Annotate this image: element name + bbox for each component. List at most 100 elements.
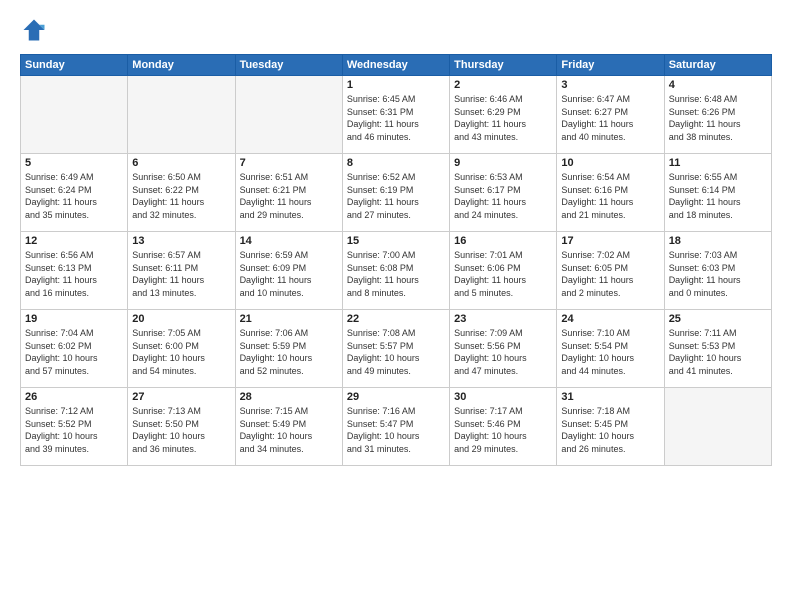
calendar-cell: 12 Sunrise: 6:56 AM Sunset: 6:13 PM Dayli… <box>21 232 128 310</box>
calendar-week-4: 19Sunrise: 7:04 AM Sunset: 6:02 PM Dayli… <box>21 310 772 388</box>
header <box>20 16 772 44</box>
calendar-cell: 23 Sunrise: 7:09 AM Sunset: 5:56 PM Dayli… <box>450 310 557 388</box>
day-number: 20 <box>132 313 230 325</box>
weekday-header-sunday: Sunday <box>21 55 128 76</box>
calendar-week-2: 5Sunrise: 6:49 AM Sunset: 6:24 PM Daylig… <box>21 154 772 232</box>
day-number: 1 <box>347 79 445 91</box>
calendar-cell: 3Sunrise: 6:47 AM Sunset: 6:27 PM Daylig… <box>557 76 664 154</box>
day-number: 17 <box>561 235 659 247</box>
calendar-cell: 13 Sunrise: 6:57 AM Sunset: 6:11 PM Dayli… <box>128 232 235 310</box>
day-info: Sunrise: 6:59 AM Sunset: 6:09 PM Dayligh… <box>240 249 338 299</box>
day-number: 5 <box>25 157 123 169</box>
weekday-header-tuesday: Tuesday <box>235 55 342 76</box>
day-number: 7 <box>240 157 338 169</box>
day-number: 30 <box>454 391 552 403</box>
day-info: Sunrise: 6:45 AM Sunset: 6:31 PM Dayligh… <box>347 93 445 143</box>
day-info: Sunrise: 7:13 AM Sunset: 5:50 PM Dayligh… <box>132 405 230 455</box>
calendar-cell: 11 Sunrise: 6:55 AM Sunset: 6:14 PM Dayli… <box>664 154 771 232</box>
calendar-week-1: 1 Sunrise: 6:45 AM Sunset: 6:31 PM Daylig… <box>21 76 772 154</box>
day-info: Sunrise: 7:02 AM Sunset: 6:05 PM Dayligh… <box>561 249 659 299</box>
calendar-cell: 26Sunrise: 7:12 AM Sunset: 5:52 PM Dayli… <box>21 388 128 466</box>
day-info: Sunrise: 7:11 AM Sunset: 5:53 PM Dayligh… <box>669 327 767 377</box>
weekday-header-wednesday: Wednesday <box>342 55 449 76</box>
day-number: 24 <box>561 313 659 325</box>
calendar-cell: 14 Sunrise: 6:59 AM Sunset: 6:09 PM Dayli… <box>235 232 342 310</box>
day-info: Sunrise: 7:08 AM Sunset: 5:57 PM Dayligh… <box>347 327 445 377</box>
calendar-cell: 5Sunrise: 6:49 AM Sunset: 6:24 PM Daylig… <box>21 154 128 232</box>
day-number: 2 <box>454 79 552 91</box>
calendar-cell: 9 Sunrise: 6:53 AM Sunset: 6:17 PM Daylig… <box>450 154 557 232</box>
day-info: Sunrise: 6:52 AM Sunset: 6:19 PM Dayligh… <box>347 171 445 221</box>
calendar-cell: 20Sunrise: 7:05 AM Sunset: 6:00 PM Dayli… <box>128 310 235 388</box>
day-info: Sunrise: 7:15 AM Sunset: 5:49 PM Dayligh… <box>240 405 338 455</box>
calendar-cell <box>128 76 235 154</box>
day-info: Sunrise: 7:00 AM Sunset: 6:08 PM Dayligh… <box>347 249 445 299</box>
day-info: Sunrise: 6:50 AM Sunset: 6:22 PM Dayligh… <box>132 171 230 221</box>
day-number: 12 <box>25 235 123 247</box>
day-number: 3 <box>561 79 659 91</box>
day-number: 10 <box>561 157 659 169</box>
day-info: Sunrise: 6:55 AM Sunset: 6:14 PM Dayligh… <box>669 171 767 221</box>
day-number: 8 <box>347 157 445 169</box>
calendar-cell: 15Sunrise: 7:00 AM Sunset: 6:08 PM Dayli… <box>342 232 449 310</box>
day-info: Sunrise: 6:56 AM Sunset: 6:13 PM Dayligh… <box>25 249 123 299</box>
day-number: 19 <box>25 313 123 325</box>
calendar-cell <box>664 388 771 466</box>
calendar-cell: 27 Sunrise: 7:13 AM Sunset: 5:50 PM Dayli… <box>128 388 235 466</box>
day-number: 11 <box>669 157 767 169</box>
day-info: Sunrise: 7:01 AM Sunset: 6:06 PM Dayligh… <box>454 249 552 299</box>
calendar-cell: 2 Sunrise: 6:46 AM Sunset: 6:29 PM Daylig… <box>450 76 557 154</box>
day-info: Sunrise: 6:53 AM Sunset: 6:17 PM Dayligh… <box>454 171 552 221</box>
day-number: 23 <box>454 313 552 325</box>
day-number: 29 <box>347 391 445 403</box>
day-info: Sunrise: 7:17 AM Sunset: 5:46 PM Dayligh… <box>454 405 552 455</box>
calendar-cell: 4 Sunrise: 6:48 AM Sunset: 6:26 PM Daylig… <box>664 76 771 154</box>
day-number: 6 <box>132 157 230 169</box>
day-info: Sunrise: 6:48 AM Sunset: 6:26 PM Dayligh… <box>669 93 767 143</box>
day-number: 18 <box>669 235 767 247</box>
logo-icon <box>20 16 48 44</box>
calendar-cell: 18 Sunrise: 7:03 AM Sunset: 6:03 PM Dayli… <box>664 232 771 310</box>
calendar-table: SundayMondayTuesdayWednesdayThursdayFrid… <box>20 54 772 466</box>
day-number: 28 <box>240 391 338 403</box>
weekday-header-monday: Monday <box>128 55 235 76</box>
day-number: 4 <box>669 79 767 91</box>
page: SundayMondayTuesdayWednesdayThursdayFrid… <box>0 0 792 612</box>
calendar-cell: 16 Sunrise: 7:01 AM Sunset: 6:06 PM Dayli… <box>450 232 557 310</box>
day-info: Sunrise: 7:03 AM Sunset: 6:03 PM Dayligh… <box>669 249 767 299</box>
weekday-header-thursday: Thursday <box>450 55 557 76</box>
day-info: Sunrise: 6:57 AM Sunset: 6:11 PM Dayligh… <box>132 249 230 299</box>
day-info: Sunrise: 7:18 AM Sunset: 5:45 PM Dayligh… <box>561 405 659 455</box>
weekday-header-saturday: Saturday <box>664 55 771 76</box>
day-info: Sunrise: 7:10 AM Sunset: 5:54 PM Dayligh… <box>561 327 659 377</box>
calendar-cell: 21 Sunrise: 7:06 AM Sunset: 5:59 PM Dayli… <box>235 310 342 388</box>
calendar-week-5: 26Sunrise: 7:12 AM Sunset: 5:52 PM Dayli… <box>21 388 772 466</box>
day-number: 13 <box>132 235 230 247</box>
day-number: 27 <box>132 391 230 403</box>
calendar-cell: 6 Sunrise: 6:50 AM Sunset: 6:22 PM Daylig… <box>128 154 235 232</box>
calendar-cell: 8 Sunrise: 6:52 AM Sunset: 6:19 PM Daylig… <box>342 154 449 232</box>
calendar-cell <box>235 76 342 154</box>
day-info: Sunrise: 7:06 AM Sunset: 5:59 PM Dayligh… <box>240 327 338 377</box>
day-number: 26 <box>25 391 123 403</box>
day-info: Sunrise: 7:09 AM Sunset: 5:56 PM Dayligh… <box>454 327 552 377</box>
day-info: Sunrise: 6:51 AM Sunset: 6:21 PM Dayligh… <box>240 171 338 221</box>
calendar-week-3: 12 Sunrise: 6:56 AM Sunset: 6:13 PM Dayli… <box>21 232 772 310</box>
day-number: 16 <box>454 235 552 247</box>
calendar-cell: 7 Sunrise: 6:51 AM Sunset: 6:21 PM Daylig… <box>235 154 342 232</box>
calendar-cell: 30 Sunrise: 7:17 AM Sunset: 5:46 PM Dayli… <box>450 388 557 466</box>
logo <box>20 16 52 44</box>
calendar-cell: 31Sunrise: 7:18 AM Sunset: 5:45 PM Dayli… <box>557 388 664 466</box>
calendar-cell: 24 Sunrise: 7:10 AM Sunset: 5:54 PM Dayli… <box>557 310 664 388</box>
day-info: Sunrise: 6:54 AM Sunset: 6:16 PM Dayligh… <box>561 171 659 221</box>
day-info: Sunrise: 6:46 AM Sunset: 6:29 PM Dayligh… <box>454 93 552 143</box>
calendar-cell: 19Sunrise: 7:04 AM Sunset: 6:02 PM Dayli… <box>21 310 128 388</box>
calendar-cell: 17 Sunrise: 7:02 AM Sunset: 6:05 PM Dayli… <box>557 232 664 310</box>
calendar-cell: 10 Sunrise: 6:54 AM Sunset: 6:16 PM Dayli… <box>557 154 664 232</box>
weekday-header-friday: Friday <box>557 55 664 76</box>
day-number: 22 <box>347 313 445 325</box>
calendar-cell: 22 Sunrise: 7:08 AM Sunset: 5:57 PM Dayli… <box>342 310 449 388</box>
day-number: 21 <box>240 313 338 325</box>
day-number: 14 <box>240 235 338 247</box>
day-number: 9 <box>454 157 552 169</box>
